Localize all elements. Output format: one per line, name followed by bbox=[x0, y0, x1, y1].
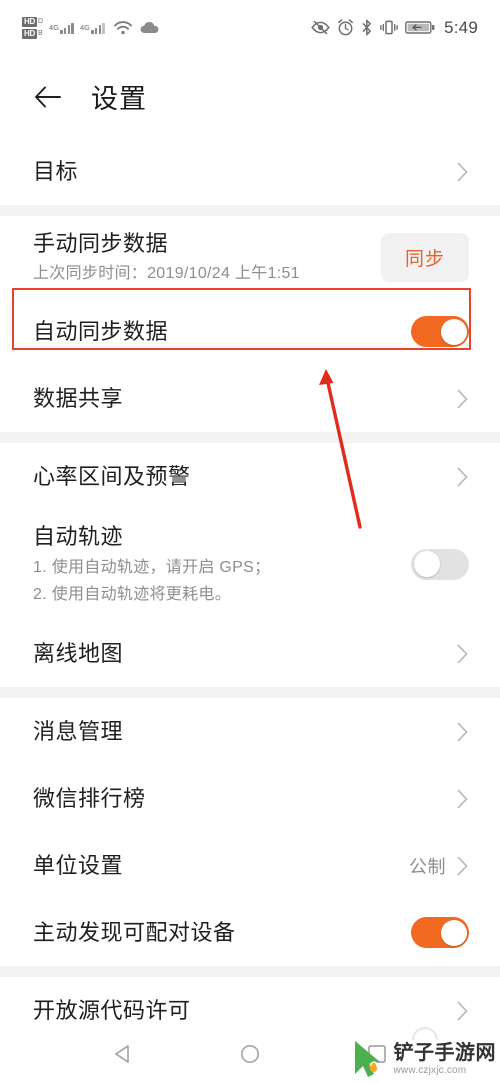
settings-row-data-sharing[interactable]: 数据共享 bbox=[0, 365, 500, 432]
row-title: 自动同步数据 bbox=[33, 318, 169, 344]
section-goal: 目标 bbox=[0, 138, 500, 205]
settings-row-discover-devices[interactable]: 主动发现可配对设备 bbox=[0, 899, 500, 966]
hd-sub-1: D bbox=[37, 17, 44, 25]
row-text: 单位设置 bbox=[33, 851, 409, 881]
chevron-right-icon bbox=[457, 161, 468, 182]
toggle-knob bbox=[413, 551, 440, 577]
chevron-right-icon bbox=[457, 788, 468, 809]
watermark-site-name: 铲子手游网 bbox=[393, 1041, 496, 1064]
settings-list: 目标 手动同步数据 上次同步时间：2019/10/24 上午1:51 同步 自动… bbox=[0, 138, 500, 1044]
chevron-right-icon bbox=[457, 388, 468, 409]
row-text: 消息管理 bbox=[33, 717, 456, 747]
settings-row-auto-track[interactable]: 自动轨迹 1. 使用自动轨迹，请开启 GPS； 2. 使用自动轨迹将更耗电。 bbox=[0, 510, 500, 620]
chevron-right-icon bbox=[457, 1000, 468, 1021]
hd-sub-2: B bbox=[37, 29, 43, 37]
section-divider bbox=[0, 205, 500, 216]
network-label-2: 4G bbox=[79, 23, 90, 32]
discover-devices-toggle[interactable] bbox=[411, 917, 469, 948]
vibrate-icon bbox=[380, 20, 398, 35]
row-text: 微信排行榜 bbox=[33, 784, 456, 814]
wifi-icon bbox=[113, 20, 132, 34]
settings-row-heart-rate-zones[interactable]: 心率区间及预警 bbox=[0, 443, 500, 510]
chevron-right-icon bbox=[457, 643, 468, 664]
eye-off-icon bbox=[311, 20, 330, 35]
phone-screen: HD D HD B 4G 4G 5:49 设置 目标 手动同步数据 上次同步时间… bbox=[0, 0, 500, 1084]
row-text: 心率区间及预警 bbox=[33, 462, 456, 492]
row-title: 心率区间及预警 bbox=[33, 463, 191, 489]
row-text: 主动发现可配对设备 bbox=[33, 918, 411, 948]
page-title: 设置 bbox=[91, 84, 147, 114]
hd-label-2: HD bbox=[22, 28, 37, 39]
watermark: 铲子手游网 www.czjxjc.com bbox=[347, 1038, 497, 1080]
section-tracking: 心率区间及预警 自动轨迹 1. 使用自动轨迹，请开启 GPS； 2. 使用自动轨… bbox=[0, 443, 500, 687]
row-title: 消息管理 bbox=[33, 718, 124, 744]
status-bar: HD D HD B 4G 4G 5:49 bbox=[0, 0, 500, 55]
row-title: 目标 bbox=[33, 158, 79, 184]
signal-group-2: 4G bbox=[80, 21, 105, 34]
battery-charging-icon bbox=[405, 21, 435, 34]
row-subtitle-line-2: 2. 使用自动轨迹将更耗电。 bbox=[33, 585, 231, 603]
cursor-logo-icon bbox=[354, 1041, 380, 1077]
section-divider bbox=[0, 432, 500, 443]
toggle-knob bbox=[440, 919, 467, 946]
signal-bars-icon-1 bbox=[60, 21, 74, 34]
row-title: 开放源代码许可 bbox=[33, 997, 191, 1023]
toggle-knob bbox=[440, 318, 467, 345]
settings-row-message-management[interactable]: 消息管理 bbox=[0, 698, 500, 765]
cloud-icon bbox=[140, 21, 159, 33]
alarm-clock-icon bbox=[338, 19, 354, 36]
row-text: 自动轨迹 1. 使用自动轨迹，请开启 GPS； 2. 使用自动轨迹将更耗电。 bbox=[33, 522, 411, 607]
signal-group-1: 4G bbox=[49, 21, 74, 34]
section-misc: 消息管理 微信排行榜 单位设置 公制 主动发现可配对设备 bbox=[0, 698, 500, 966]
settings-row-offline-map[interactable]: 离线地图 bbox=[0, 620, 500, 687]
row-subtitle-line-1: 1. 使用自动轨迹，请开启 GPS； bbox=[33, 558, 271, 576]
row-title: 离线地图 bbox=[33, 640, 124, 666]
row-text: 手动同步数据 上次同步时间：2019/10/24 上午1:51 bbox=[33, 229, 381, 286]
row-title: 微信排行榜 bbox=[33, 785, 146, 811]
settings-row-unit-settings[interactable]: 单位设置 公制 bbox=[0, 832, 500, 899]
status-bar-right: 5:49 bbox=[311, 18, 478, 38]
settings-row-auto-sync[interactable]: 自动同步数据 bbox=[0, 298, 500, 365]
row-text: 离线地图 bbox=[33, 639, 456, 669]
bluetooth-icon bbox=[362, 19, 372, 36]
nav-home-icon[interactable] bbox=[235, 1039, 265, 1069]
status-bar-clock: 5:49 bbox=[444, 17, 478, 37]
hd-label-1: HD bbox=[22, 16, 37, 27]
hd-badge-2: HD B bbox=[22, 28, 43, 39]
chevron-right-icon bbox=[457, 466, 468, 487]
watermark-url: www.czjxjc.com bbox=[393, 1064, 467, 1076]
row-subtitle: 上次同步时间：2019/10/24 上午1:51 bbox=[33, 264, 300, 282]
network-label-1: 4G bbox=[49, 23, 60, 32]
auto-sync-toggle[interactable] bbox=[411, 316, 469, 347]
chevron-right-icon bbox=[457, 721, 468, 742]
back-arrow-icon[interactable] bbox=[33, 82, 63, 112]
row-text: 开放源代码许可 bbox=[33, 996, 456, 1026]
settings-row-wechat-ranking[interactable]: 微信排行榜 bbox=[0, 765, 500, 832]
row-title: 数据共享 bbox=[33, 385, 124, 411]
signal-bars-icon-2 bbox=[91, 21, 105, 34]
app-bar: 设置 bbox=[0, 55, 500, 138]
watermark-text: 铲子手游网 www.czjxjc.com bbox=[394, 1043, 497, 1076]
section-sync: 手动同步数据 上次同步时间：2019/10/24 上午1:51 同步 自动同步数… bbox=[0, 216, 500, 432]
nav-back-icon[interactable] bbox=[108, 1039, 138, 1069]
status-bar-left: HD D HD B 4G 4G bbox=[22, 16, 159, 39]
unit-settings-value: 公制 bbox=[409, 856, 446, 877]
row-title: 自动轨迹 bbox=[33, 523, 124, 549]
chevron-right-icon bbox=[457, 855, 468, 876]
row-text: 自动同步数据 bbox=[33, 317, 411, 347]
row-text: 目标 bbox=[33, 157, 456, 187]
row-title: 单位设置 bbox=[33, 852, 124, 878]
hd-badge-1: HD D bbox=[22, 16, 44, 27]
auto-track-toggle[interactable] bbox=[411, 548, 469, 580]
hd-badges: HD D HD B bbox=[22, 16, 44, 39]
section-divider bbox=[0, 966, 500, 977]
row-text: 数据共享 bbox=[33, 384, 456, 414]
settings-row-manual-sync[interactable]: 手动同步数据 上次同步时间：2019/10/24 上午1:51 同步 bbox=[0, 216, 500, 298]
row-title: 手动同步数据 bbox=[33, 230, 169, 256]
sync-button[interactable]: 同步 bbox=[380, 232, 469, 282]
settings-row-goal[interactable]: 目标 bbox=[0, 138, 500, 205]
row-title: 主动发现可配对设备 bbox=[33, 919, 236, 945]
section-divider bbox=[0, 687, 500, 698]
